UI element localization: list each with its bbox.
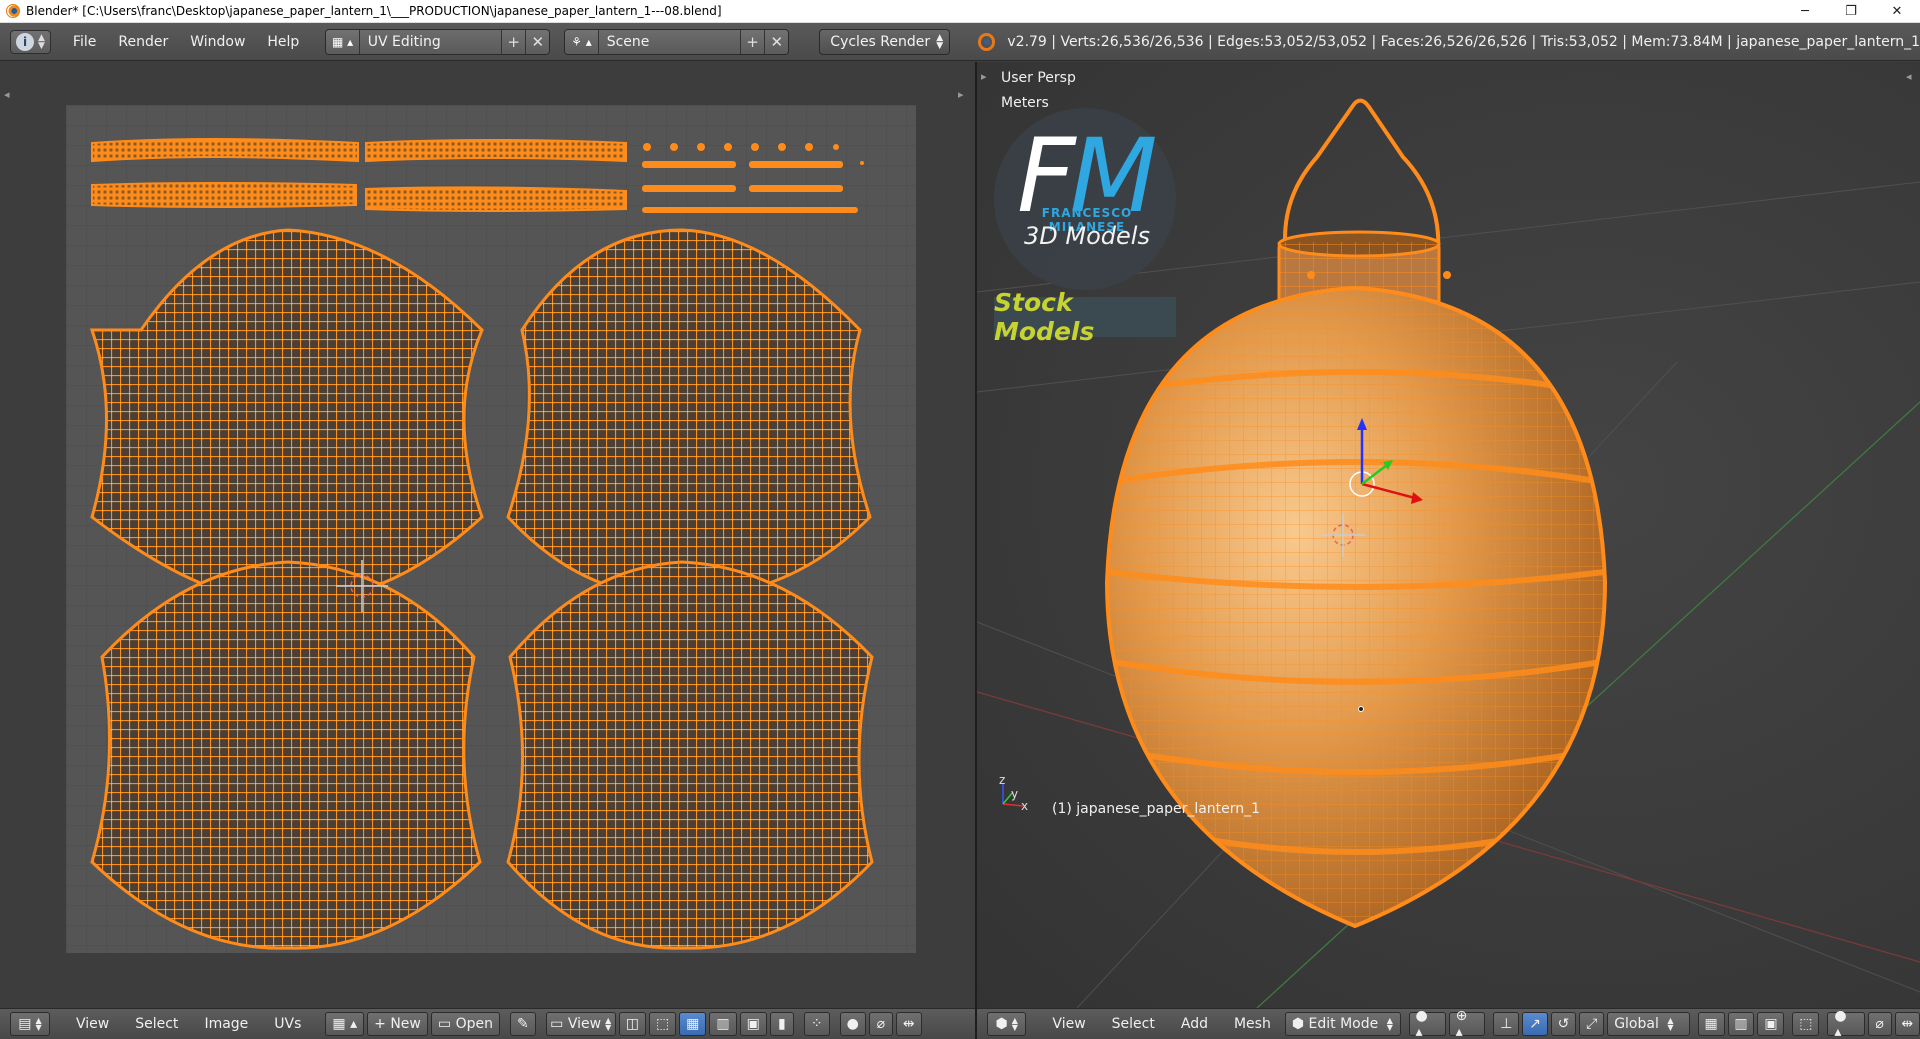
face-select-icon[interactable]: ▣ — [739, 1012, 767, 1036]
window-title-bar: Blender* [C:\Users\franc\Desktop\japanes… — [0, 0, 1920, 23]
image-browse-icon[interactable]: ▦ ▴ — [325, 1012, 365, 1036]
occlude-geometry-icon[interactable]: ⬚ — [1792, 1012, 1820, 1036]
restore-button[interactable]: ❐ — [1828, 0, 1874, 23]
sticky-mode-icon[interactable]: ⁘ — [803, 1012, 830, 1036]
render-engine-select[interactable]: Cycles Render ▲ ▼ — [819, 28, 951, 55]
menu-file[interactable]: File — [73, 34, 96, 50]
axis-z-label: z — [999, 773, 1005, 787]
view3d-menu-select[interactable]: Select — [1112, 1016, 1155, 1032]
info-icon: i — [16, 32, 34, 51]
editor-type-selector[interactable]: ⬢ ▲ ▼ — [987, 1012, 1027, 1036]
scene-stats: v2.79 | Verts:26,536/26,536 | Edges:53,0… — [1007, 33, 1920, 50]
active-object-label: (1) japanese_paper_lantern_1 — [1052, 801, 1261, 817]
pivot-point-icon[interactable]: ⊕ ▴ — [1448, 1008, 1486, 1039]
uv-view-mode-select[interactable]: ▭ View ▲ ▼ — [545, 1012, 616, 1036]
face-select-icon[interactable]: ▣ — [1757, 1012, 1785, 1036]
origin-dot — [1358, 706, 1364, 712]
view3d-menu-add[interactable]: Add — [1181, 1016, 1208, 1032]
menu-render[interactable]: Render — [118, 34, 168, 50]
screen-layout-selector: ▦ ▴ UV Editing + ✕ — [325, 28, 551, 55]
manipulator-icon[interactable]: ⊥ — [1493, 1012, 1520, 1036]
island-select-icon[interactable]: ▮ — [769, 1012, 794, 1036]
layout-grid-icon[interactable]: ▦ ▴ — [326, 29, 360, 54]
minimize-button[interactable]: ─ — [1782, 0, 1828, 23]
axis-x-label: x — [1021, 799, 1028, 813]
sync-selection-icon[interactable]: ⬚ — [648, 1012, 677, 1036]
blender-icon — [978, 32, 996, 51]
mode-select[interactable]: ⬢ Edit Mode ▲ ▼ — [1284, 1012, 1401, 1036]
axis-gizmo: z y x — [999, 773, 1028, 813]
pin-icon[interactable]: ✎ — [509, 1012, 536, 1036]
scene-icon[interactable]: ⚘ ▴ — [565, 29, 599, 54]
logo-banner: Stock Models — [994, 288, 1176, 346]
blender-window: Blender* [C:\Users\franc\Desktop\japanes… — [0, 0, 1920, 1039]
uv-menu-select[interactable]: Select — [135, 1016, 178, 1032]
snap-icon[interactable]: ⌀ — [868, 1012, 893, 1036]
chevron-updown-icon: ▲ ▼ — [38, 32, 45, 51]
logo-subtitle: 3D Models — [1024, 222, 1150, 250]
screen-layout-field[interactable]: UV Editing — [359, 29, 502, 54]
viewport-shading-icon[interactable]: ● ▴ — [1408, 1008, 1446, 1039]
vertex-select-icon[interactable]: ▦ — [679, 1012, 707, 1036]
chevron-updown-icon: ▲ ▼ — [936, 32, 944, 51]
region-expand-icon[interactable]: ◂ — [4, 88, 10, 101]
lantern-wireframe — [1107, 288, 1605, 926]
proportional-edit-icon[interactable]: ● — [839, 1012, 866, 1036]
uv-menu-view[interactable]: View — [76, 1016, 109, 1032]
scene-field[interactable]: Scene — [598, 29, 741, 54]
axis-y-label: y — [1011, 787, 1018, 801]
menu-window[interactable]: Window — [190, 34, 245, 50]
mirror-icon[interactable]: ⇹ — [895, 1012, 922, 1036]
vertex-select-icon[interactable]: ▦ — [1697, 1012, 1725, 1036]
remove-layout-button[interactable]: ✕ — [525, 29, 550, 54]
add-scene-button[interactable]: + — [740, 29, 765, 54]
translate-icon[interactable]: ↗ — [1522, 1012, 1548, 1036]
rotate-icon[interactable]: ↺ — [1550, 1012, 1577, 1036]
uv-editor-header: ▤ ▲ ▼ View Select Image UVs ▦ ▴ + New ▭ O… — [0, 1008, 975, 1039]
window-title: Blender* [C:\Users\franc\Desktop\japanes… — [26, 4, 722, 18]
info-header: i ▲ ▼ File Render Window Help ▦ ▴ UV Edit… — [0, 23, 1920, 61]
remove-scene-button[interactable]: ✕ — [764, 29, 789, 54]
editor-type-selector[interactable]: ▤ ▲ ▼ — [10, 1012, 50, 1036]
orientation-select[interactable]: Global ▲ ▼ — [1607, 1012, 1690, 1036]
3d-viewport[interactable]: ▸ ◂ User Persp Meters z y x FM FRANCESCO… — [977, 62, 1920, 1008]
open-image-button[interactable]: ▭ Open — [430, 1012, 500, 1036]
uv-image-editor[interactable]: ◂ ▸ — [0, 62, 975, 1008]
region-expand-icon[interactable]: ▸ — [958, 88, 964, 101]
add-layout-button[interactable]: + — [501, 29, 526, 54]
close-button[interactable]: ✕ — [1874, 0, 1920, 23]
view3d-menu-mesh[interactable]: Mesh — [1234, 1016, 1271, 1032]
proportional-edit-icon[interactable]: ● ▴ — [1827, 1008, 1865, 1039]
pivot-icon[interactable]: ◫ — [618, 1012, 646, 1036]
snap-icon[interactable]: ⌀ — [1867, 1012, 1892, 1036]
menu-help[interactable]: Help — [267, 34, 299, 50]
3d-view-header: ⬢ ▲ ▼ View Select Add Mesh ⬢ Edit Mode ▲ ▼… — [977, 1008, 1920, 1039]
uv-grid-canvas[interactable] — [66, 105, 916, 953]
new-image-button[interactable]: + New — [367, 1012, 428, 1036]
scene-selector: ⚘ ▴ Scene + ✕ — [564, 28, 790, 55]
uv-menu-uvs[interactable]: UVs — [274, 1016, 301, 1032]
render-engine-label: Cycles Render — [830, 33, 931, 50]
snap-element-icon[interactable]: ⇹ — [1894, 1012, 1920, 1036]
edge-select-icon[interactable]: ▥ — [1727, 1012, 1755, 1036]
edge-select-icon[interactable]: ▥ — [709, 1012, 737, 1036]
scale-icon[interactable]: ⤢ — [1579, 1012, 1605, 1036]
view3d-menu-view[interactable]: View — [1052, 1016, 1085, 1032]
editor-type-selector[interactable]: i ▲ ▼ — [10, 29, 51, 54]
blender-logo-icon — [6, 4, 20, 18]
uv-menu-image[interactable]: Image — [204, 1016, 248, 1032]
